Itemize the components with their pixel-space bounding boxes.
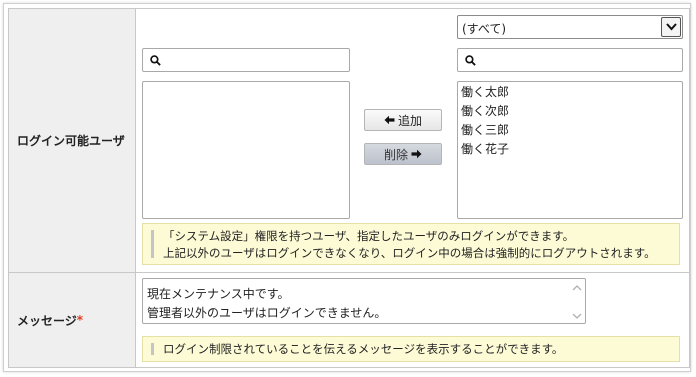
message-textarea[interactable]: 現在メンテナンス中です。 管理者以外のユーザはログインできません。 [142, 278, 586, 324]
message-content: 現在メンテナンス中です。 管理者以外のユーザはログインできません。 ログイン制限… [136, 273, 689, 367]
search-icon [150, 55, 161, 66]
chevron-down-icon[interactable] [661, 17, 681, 37]
message-help-note: ログイン制限されていることを伝えるメッセージを表示することができます。 [142, 336, 680, 362]
list-item[interactable]: 働く花子 [458, 140, 682, 159]
note-bar [151, 343, 154, 355]
message-text-line1: 現在メンテナンス中です。 [147, 287, 290, 301]
arrow-right-icon [411, 149, 422, 159]
arrow-left-icon [384, 115, 395, 125]
selected-users-search-input[interactable] [480, 51, 678, 69]
user-filter-value: (すべて) [462, 22, 507, 36]
remove-user-button[interactable]: 削除 [364, 143, 442, 165]
scrollbar[interactable] [571, 283, 583, 321]
login-users-label: ログイン可能ユーザ [9, 9, 136, 272]
remove-user-button-label: 削除 [383, 147, 408, 162]
login-users-label-text: ログイン可能ユーザ [17, 134, 125, 148]
message-help-text: ログイン制限されていることを伝えるメッセージを表示することができます。 [163, 342, 564, 356]
login-users-help-line1: 「システム設定」権限を持つユーザ、指定したユーザのみログインができます。 [163, 229, 575, 243]
list-item[interactable]: 働く次郎 [458, 102, 682, 121]
required-mark: * [76, 313, 84, 327]
login-users-content: (すべて) 追加 削除 働く太郎 働く次郎 働く三郎 働く花子 「システム設定」… [136, 9, 689, 272]
list-item[interactable]: 働く太郎 [458, 83, 682, 102]
available-users-search-input[interactable] [165, 51, 345, 69]
login-users-help-line2: 上記以外のユーザはログインできなくなり、ログイン中の場合は強制的にログアウトされ… [163, 246, 656, 260]
add-user-button[interactable]: 追加 [364, 109, 442, 131]
login-users-help-note: 「システム設定」権限を持つユーザ、指定したユーザのみログインができます。 上記以… [142, 223, 680, 265]
message-label: メッセージ * [9, 273, 136, 367]
search-icon [465, 55, 476, 66]
list-item[interactable]: 働く三郎 [458, 121, 682, 140]
selected-users-list[interactable]: 働く太郎 働く次郎 働く三郎 働く花子 [457, 81, 683, 219]
message-text-line2: 管理者以外のユーザはログインできません。 [147, 306, 387, 320]
note-bar [151, 230, 154, 258]
user-filter-select[interactable]: (すべて) [457, 15, 683, 39]
selected-users-search[interactable] [457, 48, 683, 72]
login-users-row: ログイン可能ユーザ (すべて) 追加 削除 働く太郎 働く次郎 働く三郎 働く花… [8, 8, 690, 273]
available-users-search[interactable] [142, 48, 350, 72]
message-row: メッセージ * 現在メンテナンス中です。 管理者以外のユーザはログインできません。… [8, 272, 690, 368]
add-user-button-label: 追加 [397, 113, 422, 128]
available-users-list[interactable] [142, 81, 350, 219]
message-label-text: メッセージ [17, 313, 77, 328]
